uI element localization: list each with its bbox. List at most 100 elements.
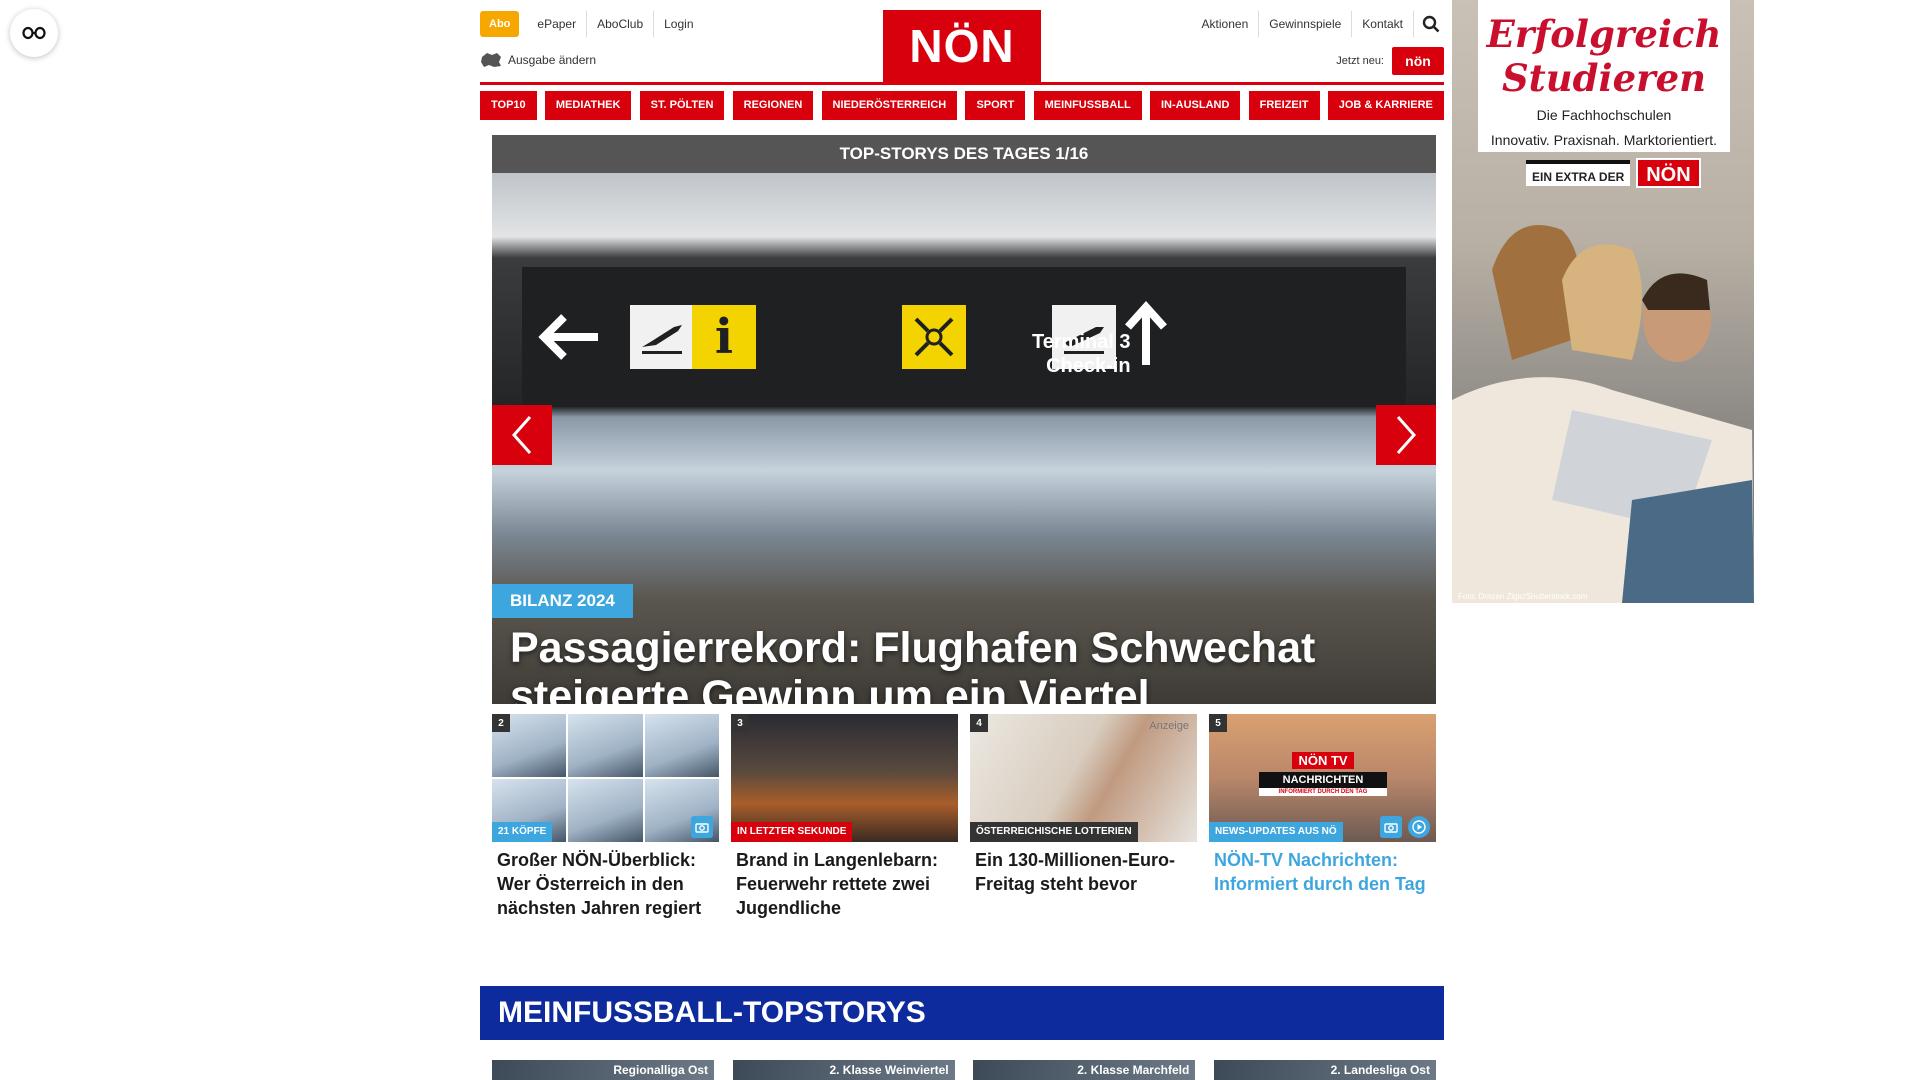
- meinfussball-card[interactable]: 2. Klasse Marchfeld: [973, 1060, 1196, 1080]
- search-icon[interactable]: [1418, 11, 1444, 37]
- ad-photo-credit: Foto: Drazen Zigic/Shutterstock.com: [1458, 592, 1588, 601]
- gewinnspiele-link[interactable]: Gewinnspiele: [1259, 11, 1353, 37]
- nav-item-sport[interactable]: SPORT: [965, 91, 1026, 120]
- play-icon: [1408, 816, 1430, 838]
- nav-item-job-karriere[interactable]: JOB & KARRIERE: [1327, 91, 1444, 120]
- checkin-line: Check-in: [1046, 355, 1131, 377]
- hero-title-bar: TOP-STORYS DES TAGES 1/16: [492, 135, 1436, 173]
- ausgabe-label: Ausgabe ändern: [508, 53, 597, 67]
- epaper-link[interactable]: ePaper: [527, 11, 586, 37]
- info-icon: i: [692, 305, 756, 369]
- header-divider: [480, 82, 1444, 85]
- story-card-image[interactable]: 4 Anzeige ÖSTERREICHISCHE LOTTERIEN: [970, 714, 1197, 842]
- nav-item-st-poelten[interactable]: ST. PÖLTEN: [639, 91, 725, 120]
- league-label: Regionalliga Ost: [613, 1063, 708, 1077]
- reader-mode-button[interactable]: [10, 9, 58, 57]
- noen-logo[interactable]: NÖN: [883, 10, 1041, 82]
- story-tag: NEWS-UPDATES AUS NÖ: [1209, 822, 1343, 842]
- terminal-sign-text: Terminal 3 Check-in: [1032, 330, 1131, 378]
- story-title[interactable]: NÖN-TV Nachrichten: Informiert durch den…: [1209, 848, 1436, 896]
- camera-icon: [691, 816, 713, 838]
- story-number: 4: [970, 714, 988, 732]
- meinfussball-section-title[interactable]: MEINFUSSBALL-TOPSTORYS: [480, 986, 1444, 1040]
- meinfussball-card[interactable]: 2. Klasse Weinviertel: [732, 1060, 955, 1080]
- login-link[interactable]: Login: [653, 11, 703, 37]
- story-card-image[interactable]: 5 NÖN TV NACHRICHTEN INFORMIERT DURCH DE…: [1209, 714, 1436, 842]
- aktionen-link[interactable]: Aktionen: [1192, 11, 1260, 37]
- ad-label: Anzeige: [1149, 720, 1189, 732]
- story-media-icons: [691, 816, 713, 838]
- story-tag: IN LETZTER SEKUNDE: [731, 822, 853, 842]
- ad-title-line-2: Studieren: [1501, 56, 1707, 100]
- nav-item-mediathek[interactable]: MEDIATHEK: [544, 91, 632, 120]
- advertisement-banner[interactable]: Erfolgreich Studieren Die Fachhochschule…: [1452, 0, 1754, 603]
- story-title[interactable]: Ein 130-Millionen-Euro-Freitag steht bev…: [970, 848, 1197, 896]
- noen-tv-sub: INFORMIERT DURCH DEN TAG: [1259, 788, 1387, 796]
- hero-headline[interactable]: Passagierrekord: Flughafen Schwechat ste…: [510, 624, 1410, 704]
- nav-item-top10[interactable]: TOP10: [480, 91, 537, 120]
- ad-title-line-1: Erfolgreich: [1486, 12, 1722, 56]
- story-title[interactable]: Großer NÖN-Überblick: Wer Österreich in …: [492, 848, 719, 920]
- camera-icon: [1380, 816, 1402, 838]
- nav-item-niederoesterreich[interactable]: NIEDERÖSTERREICH: [821, 91, 958, 120]
- site-header: Abo ePaper AboClub Login Ausgabe ändern …: [480, 0, 1444, 85]
- chevron-left-icon: [511, 416, 532, 454]
- ad-subtitle-line-1: Die Fachhochschulen: [1536, 107, 1672, 123]
- terminal-line: Terminal 3: [1032, 331, 1131, 353]
- meeting-point-icon: [902, 305, 966, 369]
- map-icon: [481, 53, 501, 67]
- jetzt-neu-badge: nön: [1392, 47, 1444, 75]
- story-card[interactable]: 4 Anzeige ÖSTERREICHISCHE LOTTERIEN Ein …: [970, 714, 1197, 920]
- noen-tv-label: NACHRICHTEN: [1259, 772, 1387, 788]
- right-links: Aktionen Gewinnspiele Kontakt: [1192, 11, 1444, 37]
- ausgabe-aendern-link[interactable]: Ausgabe ändern: [480, 51, 596, 69]
- meinfussball-cards: Regionalliga Ost 2. Klasse Weinviertel 2…: [492, 1060, 1436, 1080]
- top-story-cards: 2 21 KÖPFE Großer NÖN-Überblick: Wer Öst…: [492, 714, 1436, 920]
- league-label: 2. Landesliga Ost: [1330, 1063, 1430, 1077]
- abo-button[interactable]: Abo: [480, 11, 520, 37]
- league-label: 2. Klasse Weinviertel: [829, 1063, 949, 1077]
- ad-students-illustration: [1452, 225, 1754, 603]
- nav-item-freizeit[interactable]: FREIZEIT: [1248, 91, 1320, 120]
- story-number: 5: [1209, 714, 1227, 732]
- arrow-left-icon: [538, 314, 598, 360]
- ad-noen-logo: NÖN: [1636, 158, 1701, 188]
- meinfussball-card[interactable]: Regionalliga Ost: [492, 1060, 714, 1080]
- hero-image[interactable]: i Terminal 3 Check-in BILANZ 2024 Passag…: [492, 173, 1436, 704]
- story-media-icons: [1380, 816, 1430, 838]
- glasses-icon: [22, 26, 46, 40]
- airport-sign: i: [522, 267, 1406, 407]
- story-card[interactable]: 5 NÖN TV NACHRICHTEN INFORMIERT DURCH DE…: [1209, 714, 1436, 920]
- ad-extra-text: EIN EXTRA DER: [1526, 160, 1631, 186]
- story-card[interactable]: 3 IN LETZTER SEKUNDE Brand in Langenleba…: [731, 714, 958, 920]
- story-tag: ÖSTERREICHISCHE LOTTERIEN: [970, 822, 1138, 842]
- ad-extra-badge: EIN EXTRA DER NÖN: [1526, 158, 1701, 188]
- story-number: 2: [492, 714, 510, 732]
- noen-tv-logo: NÖN TV NACHRICHTEN INFORMIERT DURCH DEN …: [1259, 752, 1387, 796]
- nav-item-meinfussball[interactable]: MEINFUSSBALL: [1033, 91, 1142, 120]
- meinfussball-card[interactable]: 2. Landesliga Ost: [1213, 1060, 1436, 1080]
- jetzt-neu-label: Jetzt neu:: [1336, 55, 1384, 67]
- story-card-image[interactable]: 3 IN LETZTER SEKUNDE: [731, 714, 958, 842]
- league-label: 2. Klasse Marchfeld: [1077, 1063, 1190, 1077]
- slider-next-button[interactable]: [1376, 405, 1436, 465]
- slider-prev-button[interactable]: [492, 405, 552, 465]
- noen-tv-badge: NÖN TV: [1292, 752, 1354, 769]
- hero-category-badge[interactable]: BILANZ 2024: [492, 584, 633, 618]
- main-nav: TOP10 MEDIATHEK ST. PÖLTEN REGIONEN NIED…: [480, 91, 1444, 120]
- chevron-right-icon: [1396, 416, 1417, 454]
- top-links: Abo ePaper AboClub Login: [480, 11, 704, 37]
- nav-item-regionen[interactable]: REGIONEN: [732, 91, 814, 120]
- story-title[interactable]: Brand in Langenlebarn: Feuerwehr rettete…: [731, 848, 958, 920]
- ad-subtitle-line-2: Innovativ. Praxisnah. Marktorientiert.: [1490, 132, 1718, 148]
- hero-slider[interactable]: TOP-STORYS DES TAGES 1/16 i Terminal 3 C…: [492, 135, 1436, 704]
- departures-icon: [630, 305, 694, 369]
- story-number: 3: [731, 714, 749, 732]
- ad-text-box: Erfolgreich Studieren Die Fachhochschule…: [1478, 0, 1730, 152]
- kontakt-link[interactable]: Kontakt: [1352, 11, 1414, 37]
- story-card[interactable]: 2 21 KÖPFE Großer NÖN-Überblick: Wer Öst…: [492, 714, 719, 920]
- story-card-image[interactable]: 2 21 KÖPFE: [492, 714, 719, 842]
- jetzt-neu[interactable]: Jetzt neu: nön: [1336, 47, 1444, 75]
- aboclub-link[interactable]: AboClub: [586, 11, 653, 37]
- nav-item-in-ausland[interactable]: IN-AUSLAND: [1149, 91, 1241, 120]
